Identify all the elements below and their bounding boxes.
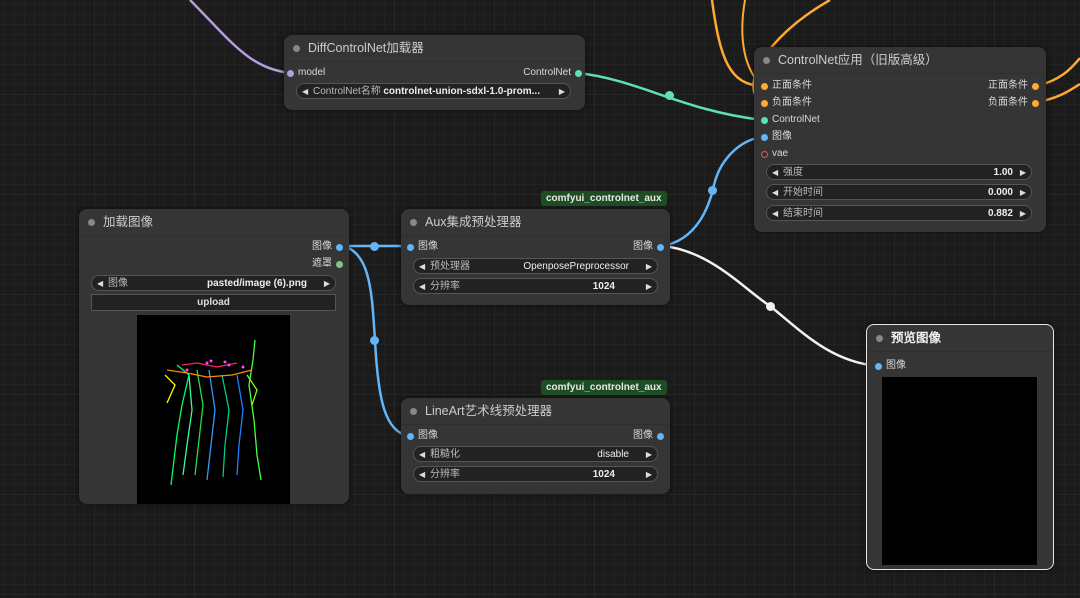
node-title[interactable]: LineArt艺术线预处理器 bbox=[401, 398, 670, 425]
output-controlnet[interactable]: ControlNet bbox=[523, 66, 585, 80]
lineart-package-badge: comfyui_controlnet_aux bbox=[541, 380, 667, 395]
input-image[interactable]: 图像 bbox=[404, 429, 438, 443]
arrow-left-icon[interactable]: ◀ bbox=[772, 206, 778, 222]
arrow-left-icon[interactable]: ◀ bbox=[419, 447, 425, 463]
collapse-dot-icon[interactable] bbox=[876, 335, 883, 342]
arrow-right-icon[interactable]: ▶ bbox=[646, 467, 652, 483]
resolution-slider[interactable]: ◀ 分辨率 1024 ▶ bbox=[413, 278, 658, 294]
collapse-dot-icon[interactable] bbox=[88, 219, 95, 226]
loaded-image-preview bbox=[137, 315, 290, 504]
load-image-node[interactable]: 加载图像 图像 遮罩 ◀ 图像 pasted/image (6).png ▶ u… bbox=[79, 209, 349, 504]
arrow-right-icon[interactable]: ▶ bbox=[324, 276, 330, 292]
input-controlnet[interactable]: ControlNet bbox=[758, 113, 820, 127]
node-title[interactable]: Aux集成预处理器 bbox=[401, 209, 670, 236]
arrow-left-icon[interactable]: ◀ bbox=[772, 165, 778, 181]
input-vae[interactable]: vae bbox=[758, 147, 788, 161]
conditioning-slot-icon[interactable] bbox=[1032, 99, 1039, 107]
image-slot-icon[interactable] bbox=[407, 243, 414, 251]
arrow-right-icon[interactable]: ▶ bbox=[1020, 165, 1026, 181]
arrow-right-icon[interactable]: ▶ bbox=[559, 84, 565, 100]
collapse-dot-icon[interactable] bbox=[293, 45, 300, 52]
output-image[interactable]: 图像 bbox=[633, 240, 667, 254]
input-image[interactable]: 图像 bbox=[404, 240, 438, 254]
arrow-right-icon[interactable]: ▶ bbox=[1020, 206, 1026, 222]
conditioning-slot-icon[interactable] bbox=[1032, 82, 1039, 90]
conditioning-slot-icon[interactable] bbox=[761, 82, 768, 90]
vae-slot-icon[interactable] bbox=[761, 150, 768, 158]
arrow-right-icon[interactable]: ▶ bbox=[646, 279, 652, 295]
collapse-dot-icon[interactable] bbox=[410, 219, 417, 226]
reroute-controlnet[interactable] bbox=[665, 91, 674, 100]
wire-model bbox=[189, 0, 293, 75]
arrow-left-icon[interactable]: ◀ bbox=[419, 259, 425, 275]
output-positive[interactable]: 正面条件 bbox=[988, 79, 1042, 93]
reroute-image-4[interactable] bbox=[766, 302, 775, 311]
reroute-image-3[interactable] bbox=[708, 186, 717, 195]
strength-slider[interactable]: ◀ 强度 1.00 ▶ bbox=[766, 164, 1032, 180]
output-image[interactable]: 图像 bbox=[633, 429, 667, 443]
pose-skeleton-image bbox=[164, 339, 262, 486]
node-title[interactable]: 加载图像 bbox=[79, 209, 349, 236]
resolution-slider[interactable]: ◀ 分辨率 1024 ▶ bbox=[413, 466, 658, 482]
arrow-left-icon[interactable]: ◀ bbox=[419, 467, 425, 483]
input-image[interactable]: 图像 bbox=[872, 359, 906, 373]
mask-slot-icon[interactable] bbox=[336, 260, 343, 268]
arrow-left-icon[interactable]: ◀ bbox=[419, 279, 425, 295]
arrow-right-icon[interactable]: ▶ bbox=[1020, 185, 1026, 201]
output-mask[interactable]: 遮罩 bbox=[312, 257, 346, 271]
model-slot-icon[interactable] bbox=[287, 69, 294, 77]
start-percent-slider[interactable]: ◀ 开始时间 0.000 ▶ bbox=[766, 184, 1032, 200]
input-image[interactable]: 图像 bbox=[758, 130, 792, 144]
input-model[interactable]: model bbox=[284, 66, 325, 80]
reroute-image-1[interactable] bbox=[370, 242, 379, 251]
collapse-dot-icon[interactable] bbox=[410, 408, 417, 415]
reroute-image-2[interactable] bbox=[370, 336, 379, 345]
arrow-right-icon[interactable]: ▶ bbox=[646, 259, 652, 275]
conditioning-slot-icon[interactable] bbox=[761, 99, 768, 107]
output-image[interactable]: 图像 bbox=[312, 240, 346, 254]
preview-image-node[interactable]: 预览图像 图像 bbox=[866, 324, 1054, 570]
image-slot-icon[interactable] bbox=[875, 362, 882, 370]
output-negative[interactable]: 负面条件 bbox=[988, 96, 1042, 110]
image-slot-icon[interactable] bbox=[657, 243, 664, 251]
arrow-right-icon[interactable]: ▶ bbox=[646, 447, 652, 463]
controlnet-slot-icon[interactable] bbox=[761, 116, 768, 124]
collapse-dot-icon[interactable] bbox=[763, 57, 770, 64]
node-title[interactable]: 预览图像 bbox=[867, 325, 1053, 352]
image-file-combo[interactable]: ◀ 图像 pasted/image (6).png ▶ bbox=[91, 275, 336, 291]
upload-button[interactable]: upload bbox=[91, 294, 336, 311]
controlnet-slot-icon[interactable] bbox=[575, 69, 582, 77]
input-negative[interactable]: 负面条件 bbox=[758, 96, 812, 110]
diffcontrolnet-loader-node[interactable]: DiffControlNet加载器 model ControlNet ◀ Con… bbox=[284, 35, 585, 110]
coarse-combo[interactable]: ◀ 粗糙化 disable ▶ bbox=[413, 446, 658, 462]
image-slot-icon[interactable] bbox=[336, 243, 343, 251]
controlnet-apply-node[interactable]: ControlNet应用（旧版高级） 正面条件 负面条件 ControlNet … bbox=[754, 47, 1046, 232]
node-title[interactable]: DiffControlNet加载器 bbox=[284, 35, 585, 62]
image-slot-icon[interactable] bbox=[657, 432, 664, 440]
image-slot-icon[interactable] bbox=[761, 133, 768, 141]
aux-package-badge: comfyui_controlnet_aux bbox=[541, 191, 667, 206]
aux-preprocessor-node[interactable]: Aux集成预处理器 图像 图像 ◀ 预处理器 OpenposePreproces… bbox=[401, 209, 670, 305]
end-percent-slider[interactable]: ◀ 结束时间 0.882 ▶ bbox=[766, 205, 1032, 221]
controlnet-name-combo[interactable]: ◀ ControlNet名称 controlnet-union-sdxl-1.0… bbox=[296, 83, 571, 99]
preprocessor-combo[interactable]: ◀ 预处理器 OpenposePreprocessor ▶ bbox=[413, 258, 658, 274]
arrow-left-icon[interactable]: ◀ bbox=[97, 276, 103, 292]
lineart-preprocessor-node[interactable]: LineArt艺术线预处理器 图像 图像 ◀ 粗糙化 disable ▶ ◀ 分… bbox=[401, 398, 670, 494]
node-title[interactable]: ControlNet应用（旧版高级） bbox=[754, 47, 1046, 74]
input-positive[interactable]: 正面条件 bbox=[758, 79, 812, 93]
preview-output-image bbox=[882, 377, 1037, 565]
arrow-left-icon[interactable]: ◀ bbox=[772, 185, 778, 201]
arrow-left-icon[interactable]: ◀ bbox=[302, 84, 308, 100]
image-slot-icon[interactable] bbox=[407, 432, 414, 440]
